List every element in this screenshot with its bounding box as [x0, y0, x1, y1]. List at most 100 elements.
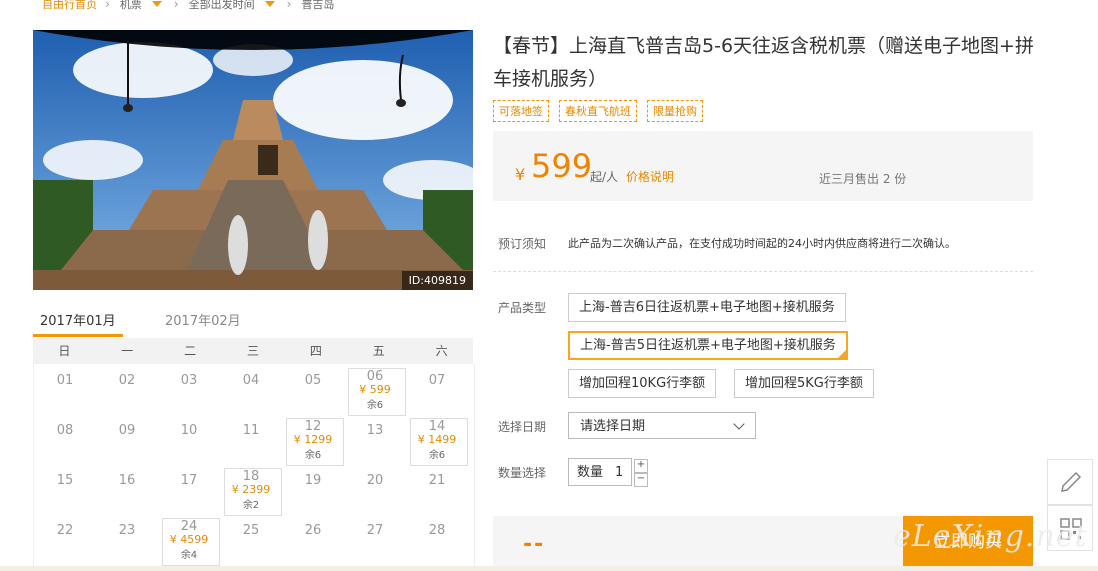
product-title: 【春节】上海直飞普吉岛5-6天往返含税机票（赠送电子地图+拼车接机服务） — [493, 35, 1034, 90]
calendar-day: 02 — [96, 364, 158, 414]
addon-10kg-button[interactable]: 增加回程10KG行李额 — [568, 369, 717, 398]
calendar-day-number: 24 — [180, 519, 198, 534]
breadcrumb-destination: 普吉岛 — [301, 0, 335, 11]
price-note-link[interactable]: 价格说明 — [626, 168, 674, 185]
quantity-stepper[interactable]: 数量 1 — [568, 458, 632, 486]
calendar-month-tabs: 2017年01月 2017年02月 — [33, 300, 473, 339]
calendar-day: 09 — [96, 414, 158, 464]
calendar-day-number: 28 — [428, 523, 446, 538]
calendar-day: 04 — [220, 364, 282, 414]
calendar-day: 15 — [34, 464, 96, 514]
calendar-day-number: 25 — [242, 523, 260, 538]
product-photo[interactable]: ID:409819 — [33, 30, 473, 290]
watermark: eLeXing.net — [893, 519, 1088, 554]
weekday-label: 六 — [435, 344, 448, 358]
calendar-day-available[interactable]: 06 ¥ 599 余6 — [344, 364, 406, 416]
quantity-plus-button[interactable]: + — [634, 459, 648, 473]
calendar-day-number: 04 — [242, 373, 260, 388]
calendar-day: 08 — [34, 414, 96, 464]
calendar-grid: 01 02 03 04 05 06 ¥ 599 余6 07 08 09 10 11 12 ¥ 1299 余6 1… — [33, 364, 475, 571]
calendar-day-available[interactable]: 12 ¥ 1299 余6 — [282, 414, 344, 466]
price-box: ¥ 599 起/人 价格说明 近三月售出 2 份 — [493, 131, 1033, 201]
addon-5kg-button[interactable]: 增加回程5KG行李额 — [734, 369, 874, 398]
calendar-day-remaining: 余6 — [428, 450, 446, 461]
date-select-value: 请选择日期 — [580, 419, 646, 434]
quantity-value[interactable]: 1 — [615, 459, 623, 487]
calendar-day: 28 — [406, 514, 468, 564]
date-label: 选择日期 — [498, 420, 547, 434]
quantity-minus-button[interactable]: − — [634, 473, 648, 487]
weekday-label: 一 — [121, 344, 134, 358]
calendar-day-number: 15 — [56, 473, 74, 488]
calendar-day: 22 — [34, 514, 96, 564]
calendar-day-available[interactable]: 24 ¥ 4599 余4 — [158, 514, 220, 566]
calendar-day-number: 13 — [366, 423, 384, 438]
photo-id-badge: ID:409819 — [401, 271, 473, 290]
breadcrumb-separator-icon: › — [105, 0, 110, 11]
tab-month-jan[interactable]: 2017年01月 — [40, 310, 116, 329]
calendar-day: 03 — [158, 364, 220, 414]
calendar-day-number: 02 — [118, 373, 136, 388]
divider — [493, 271, 1033, 273]
calendar-day: 13 — [344, 414, 406, 464]
tag-visa-on-arrival: 可落地签 — [493, 100, 549, 122]
calendar-day: 27 — [344, 514, 406, 564]
calendar-day: 10 — [158, 414, 220, 464]
calendar-day-number: 10 — [180, 423, 198, 438]
tab-month-feb[interactable]: 2017年02月 — [165, 310, 241, 329]
calendar-day-remaining: 余2 — [242, 500, 260, 511]
weekday-label: 五 — [372, 344, 385, 358]
calendar-day-number: 18 — [242, 469, 260, 484]
calendar-day-number: 22 — [56, 523, 74, 538]
calendar-day-number: 23 — [118, 523, 136, 538]
pencil-icon — [1061, 471, 1082, 492]
notice-label: 预订须知 — [498, 237, 547, 251]
product-type-option-label: 上海-普吉5日往返机票+电子地图+接机服务 — [580, 338, 836, 353]
product-tags: 可落地签 春秋直飞航班 限量抢购 — [493, 100, 703, 122]
calendar-day-number: 08 — [56, 423, 74, 438]
weekday-label: 日 — [58, 344, 71, 358]
calendar-day: 07 — [406, 364, 468, 414]
calendar-weekday-header: 日一二三四五六 — [33, 338, 473, 364]
calendar-day-number: 06 — [366, 369, 384, 384]
chevron-down-icon[interactable] — [151, 1, 162, 7]
price-per-person: 起/人 — [590, 170, 619, 184]
sold-count: 近三月售出 2 份 — [819, 172, 907, 186]
calendar-day-number: 19 — [304, 473, 322, 488]
active-tab-indicator — [33, 334, 123, 337]
product-type-option-6day[interactable]: 上海-普吉6日往返机票+电子地图+接机服务 — [568, 293, 846, 322]
tag-limited-offer: 限量抢购 — [647, 100, 703, 122]
calendar-day-number: 11 — [242, 423, 260, 438]
weekday-label: 四 — [309, 344, 322, 358]
calendar-day-number: 16 — [118, 473, 136, 488]
breadcrumb-departure-time[interactable]: 全部出发时间 — [189, 0, 255, 12]
price-value: 599 — [531, 147, 593, 185]
product-type-option-5day[interactable]: 上海-普吉5日往返机票+电子地图+接机服务 — [568, 331, 848, 360]
calendar-day: 20 — [344, 464, 406, 514]
tag-direct-flight: 春秋直飞航班 — [559, 100, 637, 122]
breadcrumb-separator-icon: › — [173, 0, 179, 11]
calendar-day: 05 — [282, 364, 344, 414]
edit-tool-button[interactable] — [1047, 459, 1093, 505]
breadcrumb-flights-link[interactable]: 机票 — [120, 0, 142, 12]
date-select[interactable]: 请选择日期 — [568, 412, 756, 439]
calendar-day-remaining: 余6 — [366, 400, 384, 411]
calendar-day-available[interactable]: 14 ¥ 1499 余6 — [406, 414, 468, 466]
breadcrumb-separator-icon: › — [286, 0, 292, 11]
calendar-day-number: 12 — [304, 419, 322, 434]
breadcrumb-home-link[interactable]: 自由行首页 — [42, 0, 97, 12]
footer-strip — [0, 566, 1098, 571]
calendar-day: 26 — [282, 514, 344, 564]
calendar-day: 23 — [96, 514, 158, 564]
calendar-day-remaining: 余4 — [180, 550, 198, 561]
calendar-day: 21 — [406, 464, 468, 514]
calendar-day: 01 — [34, 364, 96, 414]
calendar-day-number: 05 — [304, 373, 322, 388]
calendar-day: 19 — [282, 464, 344, 514]
calendar-day-available[interactable]: 18 ¥ 2399 余2 — [220, 464, 282, 516]
product-type-label: 产品类型 — [498, 301, 547, 315]
calendar-day: 25 — [220, 514, 282, 564]
weekday-label: 三 — [247, 344, 260, 358]
calendar-day-number: 01 — [56, 373, 74, 388]
chevron-down-icon[interactable] — [264, 1, 275, 7]
